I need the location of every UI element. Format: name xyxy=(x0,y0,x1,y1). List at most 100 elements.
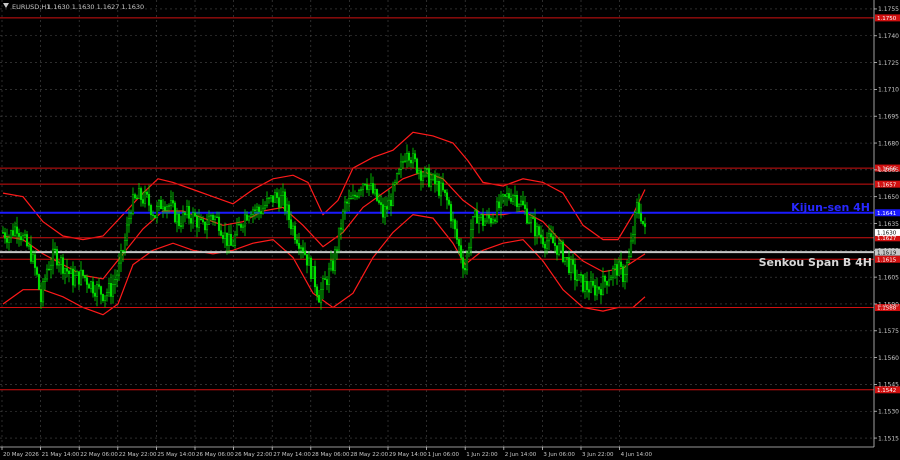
current-price-label: 1.1630 xyxy=(877,231,897,237)
kijun-label: Kijun-sen 4H xyxy=(791,201,870,214)
candle-body xyxy=(209,214,213,217)
candle-body xyxy=(595,286,599,296)
candle-body xyxy=(261,207,265,214)
candle-body xyxy=(373,189,377,194)
candle-body xyxy=(11,230,15,236)
level-price-label: 1.1657 xyxy=(877,182,897,188)
candle-body xyxy=(585,281,589,290)
candle-body xyxy=(473,210,477,217)
candle-body xyxy=(99,286,103,295)
candle-body xyxy=(269,195,273,199)
candle-body xyxy=(147,194,151,206)
candle-body xyxy=(393,182,397,185)
candle-body xyxy=(231,245,235,247)
candle-body xyxy=(71,268,75,286)
candle-body xyxy=(631,234,635,242)
level-price-label: 1.1615 xyxy=(877,257,897,263)
candle-body xyxy=(325,279,329,285)
price-tick-label: 1.1635 xyxy=(878,221,899,228)
candle-body xyxy=(245,214,249,221)
candle-body xyxy=(129,213,133,219)
candle-body xyxy=(7,237,11,243)
candle-body xyxy=(61,257,65,274)
candle-body xyxy=(271,195,275,203)
candle-body xyxy=(227,234,231,246)
candle-body xyxy=(221,235,225,239)
candle-body xyxy=(385,206,389,210)
price-tick-label: 1.1755 xyxy=(878,6,899,13)
candle-body xyxy=(233,234,237,246)
price-chart[interactable]: 1.17501.16661.16571.16271.16151.15881.15… xyxy=(0,0,900,460)
candle-body xyxy=(113,279,117,285)
candle-body xyxy=(293,225,297,240)
time-tick-label: 25 May 14:00 xyxy=(157,452,195,458)
candle-body xyxy=(277,197,281,208)
time-tick-label: 4 Jun 14:00 xyxy=(621,452,653,458)
price-tick-label: 1.1605 xyxy=(878,274,899,281)
candle-body xyxy=(545,240,549,249)
time-tick-label: 26 May 06:00 xyxy=(196,452,234,458)
candle-body xyxy=(633,212,637,235)
candle-body xyxy=(161,206,165,210)
kijun-price-label: 1.1641 xyxy=(877,211,896,217)
candle-body xyxy=(367,185,371,190)
candle-body xyxy=(589,281,593,293)
candle-body xyxy=(29,245,33,262)
candle-body xyxy=(281,191,285,197)
candle-body xyxy=(309,257,313,279)
candle-body xyxy=(535,226,539,237)
candle-body xyxy=(297,243,301,249)
candle-body xyxy=(383,206,387,218)
candle-body xyxy=(637,202,641,214)
candle-body xyxy=(563,257,567,262)
candle-body xyxy=(337,227,341,251)
time-tick-label: 28 May 22:00 xyxy=(350,452,388,458)
candle-body xyxy=(251,209,255,215)
candle-body xyxy=(211,214,215,221)
candle-body xyxy=(103,295,107,301)
candle-body xyxy=(395,173,399,183)
candle-body xyxy=(445,192,449,201)
candle-body xyxy=(575,279,579,281)
candle-body xyxy=(273,192,277,203)
candle-body xyxy=(343,201,347,212)
candle-body xyxy=(179,225,183,227)
candle-body xyxy=(141,199,145,204)
candle-body xyxy=(197,218,201,228)
candle-body xyxy=(75,271,79,276)
price-tick-label: 1.1740 xyxy=(878,33,899,40)
candle-body xyxy=(91,281,95,294)
candle-body xyxy=(529,217,533,223)
candle-body xyxy=(351,194,355,199)
time-tick-label: 22 May 22:00 xyxy=(119,452,157,458)
candle-body xyxy=(641,220,645,225)
candle-body xyxy=(501,194,505,197)
candle-body xyxy=(611,268,615,278)
candle-body xyxy=(17,233,21,237)
candle-body xyxy=(239,224,243,228)
candle-body xyxy=(435,180,439,185)
candle-body xyxy=(87,284,91,289)
candle-body xyxy=(1,232,5,234)
candle-body xyxy=(249,214,253,217)
chart-background xyxy=(0,0,900,460)
time-tick-label: 1 Jun 22:00 xyxy=(466,452,498,458)
price-tick-label: 1.1710 xyxy=(878,87,899,94)
candle-body xyxy=(615,264,619,276)
candle-body xyxy=(521,200,525,206)
candle-body xyxy=(639,213,643,222)
candle-body xyxy=(263,205,267,209)
time-tick-label: 2 Jun 14:00 xyxy=(505,452,537,458)
candle-body xyxy=(629,240,633,257)
candle-body xyxy=(497,201,501,209)
candle-body xyxy=(187,206,191,219)
candle-body xyxy=(453,219,457,230)
candle-body xyxy=(507,193,511,199)
candle-body xyxy=(49,264,53,270)
time-tick-label: 29 May 14:00 xyxy=(389,452,427,458)
candle-body xyxy=(85,277,89,285)
candle-body xyxy=(137,188,141,199)
candle-body xyxy=(203,221,207,231)
candle-body xyxy=(331,260,335,271)
candle-body xyxy=(569,259,573,273)
